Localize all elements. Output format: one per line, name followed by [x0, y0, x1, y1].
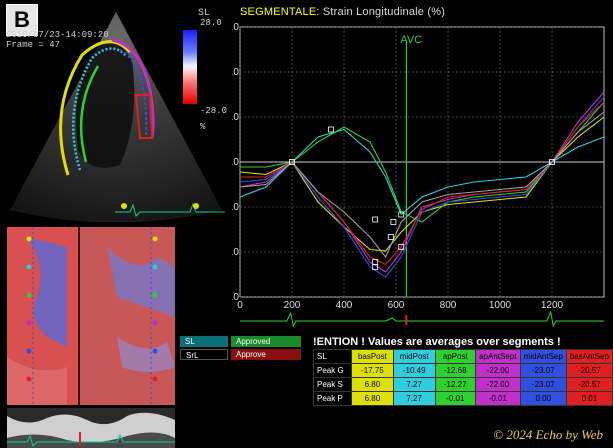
strain-heatmap — [7, 227, 175, 405]
series-line-3 — [239, 91, 605, 273]
series-line-0 — [239, 116, 605, 252]
x-tick-label: 1000 — [489, 300, 512, 311]
table-cell: 0.00 — [519, 391, 567, 406]
x-tick-label: 400 — [336, 300, 353, 311]
color-scale-bar — [183, 30, 197, 104]
echo-frame-counter: Frame = 47 — [6, 40, 61, 50]
table-cell: -12.68 — [434, 363, 476, 378]
table-cell: -17.75 — [351, 363, 394, 378]
y-tick-label: -9.0 — [232, 202, 239, 213]
echo-datetime: 2010/07/23-14:09:20 — [6, 30, 109, 40]
y-tick-label: 27.0 — [232, 22, 239, 33]
table-row: Peak P 6.80 7.27 -0.01 -0.01 0.00 0.01 — [313, 391, 613, 406]
table-cell: -20.57 — [565, 377, 613, 392]
scale-unit: % — [200, 122, 206, 132]
legend-srl[interactable]: SrL — [180, 349, 228, 360]
legend-approved[interactable]: Approved — [231, 336, 301, 347]
copyright-credit: © 2024 Echo by Web — [493, 427, 603, 442]
table-cell: -0.01 — [434, 391, 476, 406]
table-cell: 7.27 — [392, 377, 436, 392]
y-tick-label: 0.0 — [232, 157, 239, 168]
table-cell: -0.01 — [474, 391, 521, 406]
table-row: Peak G -17.75 -10.49 -12.68 -22.00 -23.07 -20.… — [313, 363, 613, 378]
strain-values-table: SL basPost midPost apPost apAntSept midAntSep… — [313, 349, 613, 406]
table-header-label: SL — [313, 349, 352, 364]
table-column-header[interactable]: apAntSept — [474, 349, 521, 364]
table-cell: -10.49 — [392, 363, 436, 378]
table-row: Peak S 6.80 7.27 -12.27 -22.00 -23.07 -20.57 — [313, 377, 613, 392]
chart-title: SEGMENTALE: Strain Longitudinale (%) — [240, 6, 445, 18]
table-cell: 0.01 — [565, 391, 613, 406]
scale-max: 28.0 — [200, 18, 222, 28]
table-cell: 6.80 — [351, 391, 394, 406]
data-marker — [328, 126, 334, 133]
table-column-header[interactable]: apPost — [434, 349, 476, 364]
attention-note: !ENTION ! Values are averages over segme… — [313, 336, 561, 348]
ecg-trace — [240, 310, 604, 328]
x-tick-label: 200 — [284, 300, 301, 311]
data-marker — [387, 234, 394, 240]
x-tick-label: 600 — [388, 300, 405, 311]
strain-chart: 27.018.09.00.0-9.0-18.0-27.0020040060080… — [216, 0, 613, 332]
table-cell: 7.27 — [392, 391, 436, 406]
chart-title-sub: Strain Longitudinale (%) — [322, 6, 446, 18]
series-line-6 — [239, 111, 605, 259]
table-column-header[interactable]: basAntSep — [565, 349, 613, 364]
table-cell: -22.00 — [474, 377, 521, 392]
ecg-marker — [405, 315, 408, 325]
table-column-header[interactable]: midAntSep — [519, 349, 567, 364]
m-mode-strip — [7, 408, 175, 448]
table-column-header[interactable]: midPost — [392, 349, 436, 364]
series-line-5 — [240, 101, 605, 266]
legend-approve[interactable]: Approve — [231, 349, 301, 360]
table-cell: -23.07 — [519, 363, 567, 378]
y-tick-label: 9.0 — [232, 112, 239, 123]
table-column-header[interactable]: basPost — [351, 349, 394, 364]
y-tick-label: -18.0 — [232, 247, 239, 258]
table-cell: -20.57 — [565, 363, 613, 378]
table-row-label: Peak G — [313, 363, 352, 378]
chart-title-main: SEGMENTALE: — [240, 6, 320, 18]
x-tick-label: 1200 — [541, 300, 564, 311]
y-tick-label: 18.0 — [232, 67, 239, 78]
scale-min: -28.0 — [200, 106, 228, 116]
avc-label: AVC — [400, 34, 422, 46]
x-tick-label: 800 — [440, 300, 457, 311]
table-row-label: Peak S — [313, 377, 352, 392]
table-cell: 6.80 — [351, 377, 394, 392]
table-cell: -22.00 — [474, 363, 521, 378]
data-marker — [372, 216, 379, 223]
table-cell: -23.07 — [519, 377, 567, 392]
x-tick-label: 0 — [237, 300, 243, 311]
data-marker — [390, 219, 397, 225]
table-cell: -12.27 — [434, 377, 476, 392]
strain-chart-svg: 27.018.09.00.0-9.0-18.0-27.0020040060080… — [216, 22, 605, 328]
table-row-label: Peak P — [313, 391, 352, 406]
legend-sl[interactable]: SL — [180, 336, 228, 347]
series-line-4 — [239, 96, 605, 278]
